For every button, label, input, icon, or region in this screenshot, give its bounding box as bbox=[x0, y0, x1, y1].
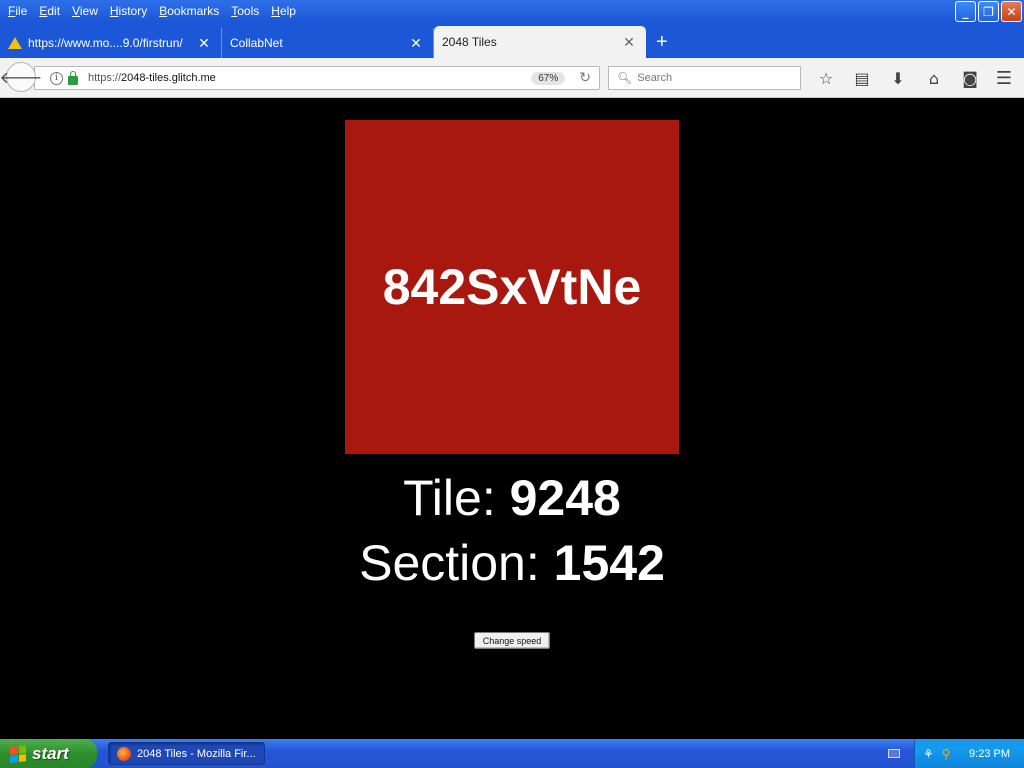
url-text[interactable]: https://2048-tiles.glitch.me bbox=[88, 72, 531, 84]
clock[interactable]: 9:23 PM bbox=[969, 748, 1010, 760]
close-tab-icon[interactable]: ✕ bbox=[409, 35, 423, 52]
toolbar-icons: ☆ ▤ ⬇ ⌂ ◙ ☰ bbox=[808, 66, 1012, 90]
close-window-button[interactable]: ✕ bbox=[1001, 1, 1022, 22]
start-label: start bbox=[32, 743, 69, 763]
url-scheme: https:// bbox=[88, 72, 122, 84]
tile-label: Tile: bbox=[403, 470, 510, 526]
reload-icon[interactable]: ↻ bbox=[579, 70, 591, 86]
search-icon: 🔍︎ bbox=[617, 71, 633, 85]
section-counter: Section: 1542 bbox=[0, 534, 1024, 592]
tab-2048-tiles[interactable]: 2048 Tiles ✕ bbox=[434, 26, 646, 58]
tile-value: 9248 bbox=[509, 470, 621, 526]
warning-icon bbox=[8, 37, 22, 49]
change-speed-button[interactable]: Change speed bbox=[474, 632, 550, 649]
menu-help[interactable]: Help bbox=[265, 0, 302, 22]
windows-logo-icon bbox=[10, 744, 26, 763]
back-button[interactable]: 🡐 bbox=[0, 62, 42, 92]
hamburger-menu-icon[interactable]: ☰ bbox=[984, 66, 1022, 90]
url-bar[interactable]: i https://2048-tiles.glitch.me 67% ↻ bbox=[34, 66, 600, 90]
search-input[interactable]: 🔍︎ Search bbox=[608, 66, 801, 90]
back-arrow-icon: 🡐 bbox=[0, 69, 43, 87]
menu-edit[interactable]: Edit bbox=[33, 0, 66, 22]
tab-label: CollabNet bbox=[230, 36, 283, 50]
tab-strip: https://www.mo....9.0/firstrun/ ✕ Collab… bbox=[0, 22, 1024, 58]
lock-icon bbox=[68, 70, 78, 85]
section-label: Section: bbox=[359, 535, 554, 591]
navigation-toolbar: i https://2048-tiles.glitch.me 67% ↻ 🡐 🔍… bbox=[0, 58, 1024, 98]
tile-counter: Tile: 9248 bbox=[0, 469, 1024, 527]
menu-history[interactable]: History bbox=[104, 0, 153, 22]
new-tab-button[interactable]: + bbox=[646, 26, 678, 58]
pocket-icon[interactable]: ◙ bbox=[952, 66, 988, 90]
url-host: 2048-tiles.glitch.me bbox=[121, 72, 216, 84]
taskbar-item-firefox[interactable]: 2048 Tiles - Mozilla Fir... bbox=[108, 742, 265, 765]
tab-collabnet[interactable]: CollabNet ✕ bbox=[222, 28, 434, 58]
tile: 842SxVtNe bbox=[345, 120, 679, 454]
tab-label: https://www.mo....9.0/firstrun/ bbox=[28, 36, 183, 50]
search-tray-icon[interactable]: ⚲ bbox=[942, 747, 951, 761]
tab-firstrun[interactable]: https://www.mo....9.0/firstrun/ ✕ bbox=[0, 28, 222, 58]
menu-tools[interactable]: Tools bbox=[225, 0, 265, 22]
tile-text: 842SxVtNe bbox=[382, 259, 642, 315]
section-value: 1542 bbox=[553, 535, 665, 591]
page-content: 842SxVtNe Tile: 9248 Section: 1542 Chang… bbox=[0, 99, 1024, 739]
start-button[interactable]: start bbox=[0, 739, 97, 768]
zoom-indicator[interactable]: 67% bbox=[531, 71, 566, 85]
search-placeholder: Search bbox=[637, 72, 673, 84]
download-icon[interactable]: ⬇ bbox=[880, 66, 916, 90]
close-tab-icon[interactable]: ✕ bbox=[622, 34, 636, 51]
keyboard-icon[interactable] bbox=[888, 749, 900, 758]
menu-list: File Edit View History Bookmarks Tools H… bbox=[0, 0, 302, 22]
menu-file[interactable]: File bbox=[2, 0, 33, 22]
tab-label: 2048 Tiles bbox=[442, 35, 497, 49]
close-tab-icon[interactable]: ✕ bbox=[197, 35, 211, 52]
restore-button[interactable]: ❐ bbox=[978, 1, 999, 22]
system-tray: ⚘ ⚲ 9:23 PM bbox=[914, 739, 1024, 768]
home-icon[interactable]: ⌂ bbox=[916, 66, 952, 90]
network-icon[interactable]: ⚘ bbox=[923, 747, 934, 761]
menu-view[interactable]: View bbox=[66, 0, 104, 22]
menu-bar: File Edit View History Bookmarks Tools H… bbox=[0, 0, 1024, 22]
bookmark-star-icon[interactable]: ☆ bbox=[808, 66, 844, 90]
taskbar-item-label: 2048 Tiles - Mozilla Fir... bbox=[137, 747, 256, 760]
firefox-icon bbox=[117, 746, 131, 761]
window-controls: _ ❐ ✕ bbox=[955, 1, 1022, 22]
minimize-button[interactable]: _ bbox=[955, 1, 976, 22]
info-icon[interactable]: i bbox=[50, 71, 63, 85]
taskbar: start 2048 Tiles - Mozilla Fir... ⚘ ⚲ 9:… bbox=[0, 739, 1024, 768]
menu-bookmarks[interactable]: Bookmarks bbox=[153, 0, 225, 22]
reading-list-icon[interactable]: ▤ bbox=[844, 66, 880, 90]
